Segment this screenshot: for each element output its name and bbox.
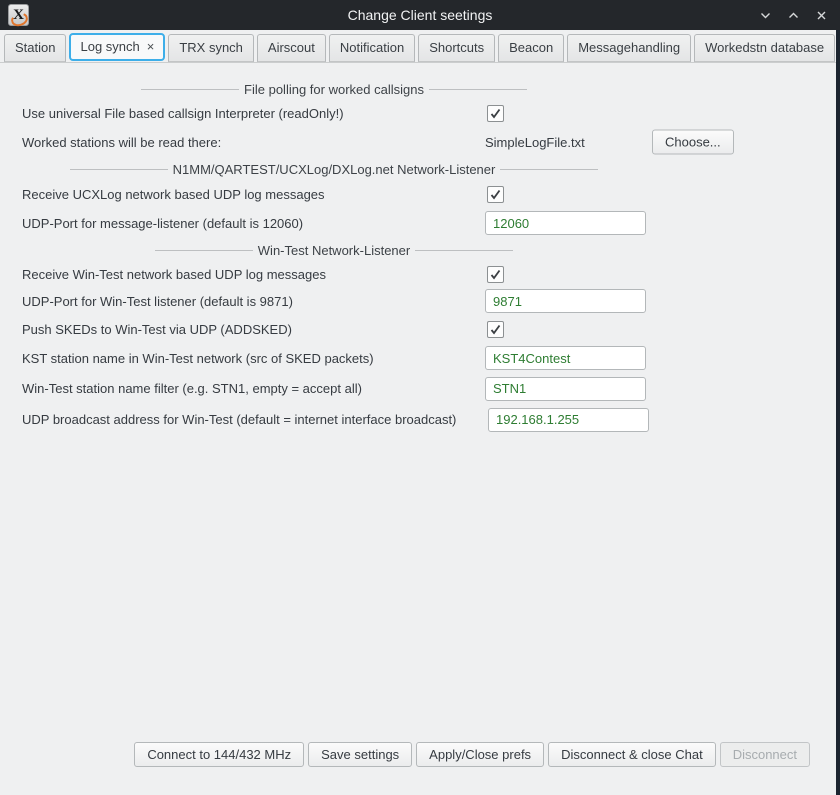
choose-file-button[interactable]: Choose... [652, 130, 734, 155]
tab-label: Station [15, 40, 55, 55]
row-receive-ucxlog: Receive UCXLog network based UDP log mes… [0, 181, 840, 207]
separator-line [155, 250, 253, 251]
apply-close-prefs-button[interactable]: Apply/Close prefs [416, 742, 544, 767]
tab-label: Notification [340, 40, 404, 55]
field-label: UDP-Port for Win-Test listener (default … [22, 294, 293, 309]
field-label: Win-Test station name filter (e.g. STN1,… [22, 381, 362, 396]
tab-label: Workedstn database [705, 40, 824, 55]
tab-label: Messagehandling [578, 40, 680, 55]
window-title: Change Client seetings [0, 7, 840, 23]
field-label: Receive UCXLog network based UDP log mes… [22, 187, 325, 202]
section-header-file-polling: File polling for worked callsigns [0, 79, 668, 99]
field-label: UDP broadcast address for Win-Test (defa… [22, 412, 456, 427]
shade-button[interactable] [759, 9, 772, 22]
footer-button-row: Connect to 144/432 MHz Save settings App… [134, 742, 810, 767]
receive-wintest-checkbox[interactable] [487, 266, 504, 283]
udp-broadcast-address-input[interactable] [488, 408, 649, 432]
worked-stations-file-value: SimpleLogFile.txt [485, 135, 585, 150]
row-udp-port-message-listener: UDP-Port for message-listener (default i… [0, 207, 840, 239]
section-title: N1MM/QARTEST/UCXLog/DXLog.net Network-Li… [173, 162, 496, 177]
tab-label: Log synch [80, 39, 139, 54]
tab-label: Shortcuts [429, 40, 484, 55]
tab-station[interactable]: Station [4, 34, 66, 62]
row-kst-station-name: KST station name in Win-Test network (sr… [0, 343, 840, 373]
tab-airscout[interactable]: Airscout [257, 34, 326, 62]
row-udp-port-wintest: UDP-Port for Win-Test listener (default … [0, 287, 840, 315]
receive-ucxlog-checkbox[interactable] [487, 186, 504, 203]
field-label: UDP-Port for message-listener (default i… [22, 216, 303, 231]
separator-line [70, 169, 168, 170]
separator-line [415, 250, 513, 251]
save-settings-button[interactable]: Save settings [308, 742, 412, 767]
settings-window: X Change Client seetings Statio [0, 0, 840, 795]
close-icon [815, 9, 828, 22]
tab-close-icon[interactable]: × [147, 39, 155, 54]
tab-beacon[interactable]: Beacon [498, 34, 564, 62]
row-push-skeds: Push SKEDs to Win-Test via UDP (ADDSKED) [0, 315, 840, 343]
disconnect-button: Disconnect [720, 742, 810, 767]
window-edge [836, 30, 840, 795]
row-receive-wintest: Receive Win-Test network based UDP log m… [0, 261, 840, 287]
field-label: Receive Win-Test network based UDP log m… [22, 267, 326, 282]
field-label: Push SKEDs to Win-Test via UDP (ADDSKED) [22, 322, 292, 337]
row-udp-broadcast-address: UDP broadcast address for Win-Test (defa… [0, 404, 840, 435]
tab-workedstn-database[interactable]: Workedstn database [694, 34, 835, 62]
push-skeds-checkbox[interactable] [487, 321, 504, 338]
universal-interpreter-checkbox[interactable] [487, 105, 504, 122]
tab-trx-synch[interactable]: TRX synch [168, 34, 254, 62]
section-header-network-listener: N1MM/QARTEST/UCXLog/DXLog.net Network-Li… [0, 157, 668, 181]
titlebar: X Change Client seetings [0, 0, 840, 30]
tab-shortcuts[interactable]: Shortcuts [418, 34, 495, 62]
udp-port-message-listener-input[interactable] [485, 211, 646, 235]
close-window-button[interactable] [815, 9, 828, 22]
connect-144-432-button[interactable]: Connect to 144/432 MHz [134, 742, 304, 767]
separator-line [500, 169, 598, 170]
tab-bar: Station Log synch × TRX synch Airscout No… [0, 30, 840, 63]
separator-line [429, 89, 527, 90]
section-title: File polling for worked callsigns [244, 82, 424, 97]
tab-label: Airscout [268, 40, 315, 55]
row-worked-stations-file: Worked stations will be read there: Simp… [0, 127, 840, 157]
chevron-down-icon [759, 9, 772, 22]
tab-notification[interactable]: Notification [329, 34, 415, 62]
chevron-up-icon [787, 9, 800, 22]
separator-line [141, 89, 239, 90]
tab-log-synch[interactable]: Log synch × [69, 33, 165, 61]
tab-messagehandling[interactable]: Messagehandling [567, 34, 691, 62]
row-universal-interpreter: Use universal File based callsign Interp… [0, 99, 840, 127]
log-synch-panel: File polling for worked callsigns Use un… [0, 79, 840, 435]
section-header-wintest-listener: Win-Test Network-Listener [0, 239, 668, 261]
window-controls [759, 9, 828, 22]
tab-label: TRX synch [179, 40, 243, 55]
udp-port-wintest-input[interactable] [485, 289, 646, 313]
row-station-name-filter: Win-Test station name filter (e.g. STN1,… [0, 373, 840, 404]
tab-label: Beacon [509, 40, 553, 55]
field-label: Use universal File based callsign Interp… [22, 106, 344, 121]
maximize-button[interactable] [787, 9, 800, 22]
app-icon: X [8, 4, 29, 26]
section-title: Win-Test Network-Listener [258, 243, 410, 258]
station-name-filter-input[interactable] [485, 377, 646, 401]
field-label: KST station name in Win-Test network (sr… [22, 351, 374, 366]
disconnect-close-chat-button[interactable]: Disconnect & close Chat [548, 742, 716, 767]
field-label: Worked stations will be read there: [22, 135, 221, 150]
kst-station-name-input[interactable] [485, 346, 646, 370]
